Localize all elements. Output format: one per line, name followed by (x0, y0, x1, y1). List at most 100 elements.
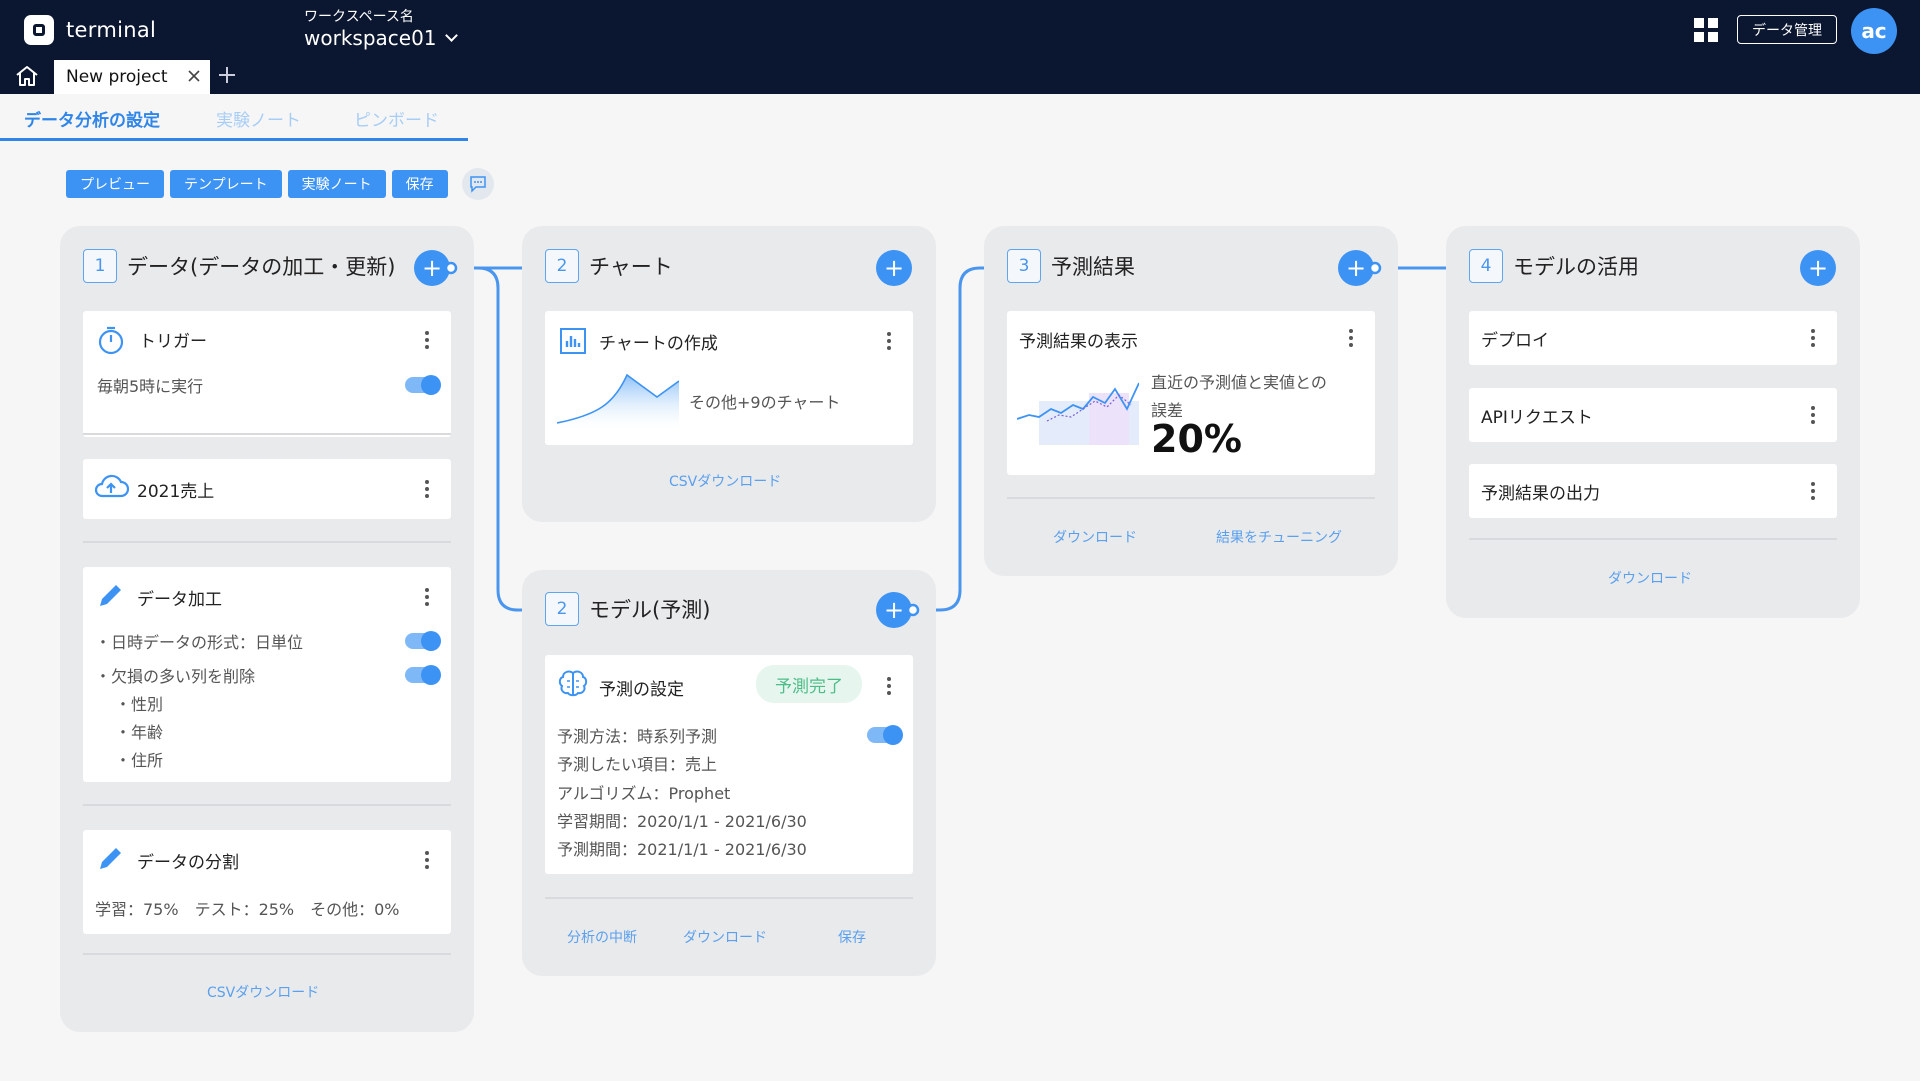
kebab-icon[interactable] (1811, 406, 1815, 424)
split-desc: 学習：75% テスト：25% その他：0% (95, 900, 400, 919)
output-card[interactable]: 予測結果の出力 (1469, 464, 1837, 518)
pencil-icon (100, 848, 121, 869)
brain-icon (558, 670, 588, 697)
source-card[interactable]: 2021売上 (83, 459, 451, 519)
kebab-icon[interactable] (887, 677, 891, 695)
process-subitem: ・性別 (115, 695, 164, 714)
model-card[interactable]: 予測の設定 予測完了 予測方法：時系列予測 予測したい項目：売上 アルゴリズム：… (545, 655, 913, 874)
close-icon[interactable] (186, 68, 202, 84)
step-number: 2 (545, 592, 579, 626)
divider (83, 433, 451, 435)
template-button[interactable]: テンプレート (170, 170, 282, 198)
tab-notebook[interactable]: 実験ノート (216, 106, 301, 131)
divider (545, 897, 913, 899)
add-step-button[interactable]: + (1800, 250, 1836, 286)
add-step-button[interactable]: + (876, 592, 912, 628)
kebab-icon[interactable] (425, 331, 429, 349)
card-title: トリガー (139, 332, 207, 352)
add-step-button[interactable]: + (876, 250, 912, 286)
home-icon[interactable] (14, 64, 40, 88)
model-setting: 予測期間：2021/1/1 - 2021/6/30 (557, 840, 807, 859)
save-button[interactable]: 保存 (391, 170, 448, 198)
timer-icon (98, 326, 124, 355)
stop-analysis-link[interactable]: 分析の中断 (567, 927, 637, 947)
add-step-button[interactable]: + (414, 250, 450, 286)
results-card[interactable]: 予測結果の表示 直近の予測値と実値との 誤差 20% (1007, 311, 1375, 475)
card-title: データ加工 (137, 590, 222, 610)
card-title: 予測の設定 (599, 680, 684, 700)
kebab-icon[interactable] (887, 332, 891, 350)
divider (83, 541, 451, 543)
panel-model: 2 モデル(予測) + 予測の設定 予測完了 予測方法：時系列予測 予測したい項… (522, 570, 936, 976)
comment-icon (469, 176, 486, 193)
csv-download-link[interactable]: CSVダウンロード (669, 471, 781, 491)
model-setting: 学習期間：2020/1/1 - 2021/6/30 (557, 812, 807, 831)
kebab-icon[interactable] (1349, 329, 1353, 347)
model-toggle[interactable] (867, 725, 903, 745)
chart-card[interactable]: チャートの作成 その他+9のチャート (545, 311, 913, 445)
split-card[interactable]: データの分割 学習：75% テスト：25% その他：0% (83, 830, 451, 934)
step-number: 2 (545, 249, 579, 283)
divider (83, 804, 451, 806)
kebab-icon[interactable] (1811, 329, 1815, 347)
panel-header: 4 モデルの活用 (1469, 249, 1639, 283)
panel-utilization: 4 モデルの活用 + デプロイ APIリクエスト 予測結果の出力 ダウンロード (1446, 226, 1860, 618)
add-step-button[interactable]: + (1338, 250, 1374, 286)
bar-chart-icon (560, 328, 586, 354)
apps-grid-icon[interactable] (1694, 18, 1718, 42)
pencil-icon (100, 585, 121, 606)
preview-button[interactable]: プレビュー (66, 170, 164, 198)
kebab-icon[interactable] (1811, 482, 1815, 500)
panel-title: 予測結果 (1051, 255, 1135, 279)
download-link[interactable]: ダウンロード (683, 927, 767, 947)
status-badge: 予測完了 (756, 665, 862, 703)
kebab-icon[interactable] (425, 588, 429, 606)
workspace-label: ワークスペース名 (304, 9, 414, 25)
deploy-card[interactable]: デプロイ (1469, 311, 1837, 365)
save-link[interactable]: 保存 (838, 927, 866, 947)
process-item: ・欠損の多い列を削除 (95, 667, 256, 686)
data-admin-button[interactable]: データ管理 (1737, 15, 1837, 44)
kebab-icon[interactable] (425, 851, 429, 869)
avatar[interactable]: ac (1851, 8, 1897, 54)
workspace-select[interactable]: workspace01 (304, 26, 458, 50)
divider (1007, 497, 1375, 499)
model-setting: アルゴリズム：Prophet (557, 784, 731, 803)
divider (83, 953, 451, 955)
trigger-card[interactable]: トリガー 毎朝5時に実行 (83, 311, 451, 437)
chart-thumbnail (557, 373, 679, 429)
add-tab-icon[interactable] (216, 64, 238, 86)
notebook-button[interactable]: 実験ノート (287, 170, 386, 198)
api-request-card[interactable]: APIリクエスト (1469, 388, 1837, 442)
tuning-link[interactable]: 結果をチューニング (1216, 527, 1342, 547)
metric-value: 20% (1151, 417, 1242, 461)
panel-data: 1 データ(データの加工・更新) + トリガー 毎朝5時に実行 2021売上 デ… (60, 226, 474, 1032)
trigger-toggle[interactable] (405, 375, 441, 395)
panel-title: チャート (589, 255, 673, 279)
process-toggle[interactable] (405, 631, 441, 651)
top-header: terminal ワークスペース名 workspace01 データ管理 ac N… (0, 0, 1920, 94)
tab-analysis-settings[interactable]: データ分析の設定 (24, 106, 160, 131)
tab-pinboard[interactable]: ピンボード (354, 106, 439, 131)
comment-button[interactable] (461, 168, 494, 200)
workspace-value: workspace01 (304, 26, 437, 50)
app-name: terminal (66, 18, 157, 42)
tab-new-project[interactable]: New project (54, 60, 210, 94)
csv-download-link[interactable]: CSVダウンロード (207, 982, 319, 1002)
card-title: 予測結果の出力 (1481, 484, 1600, 504)
process-subitem: ・年齢 (115, 723, 164, 742)
process-toggle[interactable] (405, 665, 441, 685)
metric-label: 直近の予測値と実値との (1151, 373, 1327, 392)
download-link[interactable]: ダウンロード (1608, 568, 1692, 588)
kebab-icon[interactable] (425, 480, 429, 498)
more-charts-text[interactable]: その他+9のチャート (689, 389, 840, 413)
card-title: データの分割 (137, 853, 239, 873)
download-link[interactable]: ダウンロード (1053, 527, 1137, 547)
panel-title: モデルの活用 (1513, 255, 1639, 279)
panel-chart: 2 チャート + チャートの作成 その他+9のチャート CSVダウンロード (522, 226, 936, 522)
process-card[interactable]: データ加工 ・日時データの形式：日単位 ・欠損の多い列を削除 ・性別 ・年齢 ・… (83, 567, 451, 782)
app-logo[interactable]: terminal (24, 15, 156, 45)
model-setting: 予測方法：時系列予測 (557, 727, 718, 746)
trigger-desc: 毎朝5時に実行 (97, 377, 204, 396)
step-number: 3 (1007, 249, 1041, 283)
